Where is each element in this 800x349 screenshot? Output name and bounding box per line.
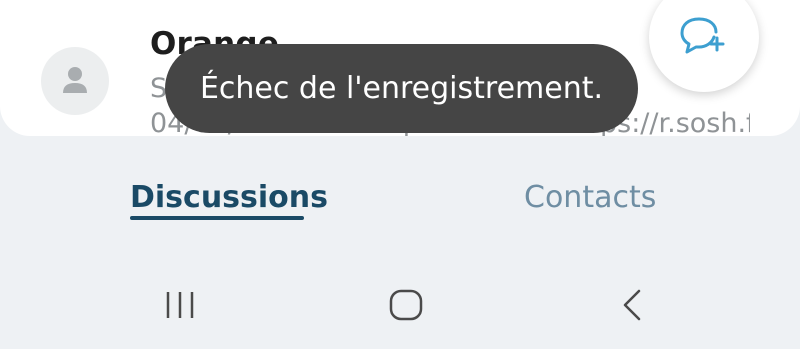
person-icon [63, 67, 87, 93]
home-button[interactable] [389, 289, 423, 326]
recents-icon [166, 292, 194, 318]
tab-contacts[interactable]: Contacts [524, 180, 656, 215]
toast-message: Échec de l'enregistrement. [165, 44, 638, 133]
back-icon [623, 289, 641, 321]
new-chat-icon [680, 17, 725, 54]
home-icon [389, 289, 423, 321]
avatar [41, 47, 109, 115]
active-tab-indicator [130, 216, 304, 220]
tab-discussions[interactable]: Discussions [130, 180, 328, 215]
back-button[interactable] [621, 289, 643, 326]
recents-button[interactable] [165, 290, 197, 325]
